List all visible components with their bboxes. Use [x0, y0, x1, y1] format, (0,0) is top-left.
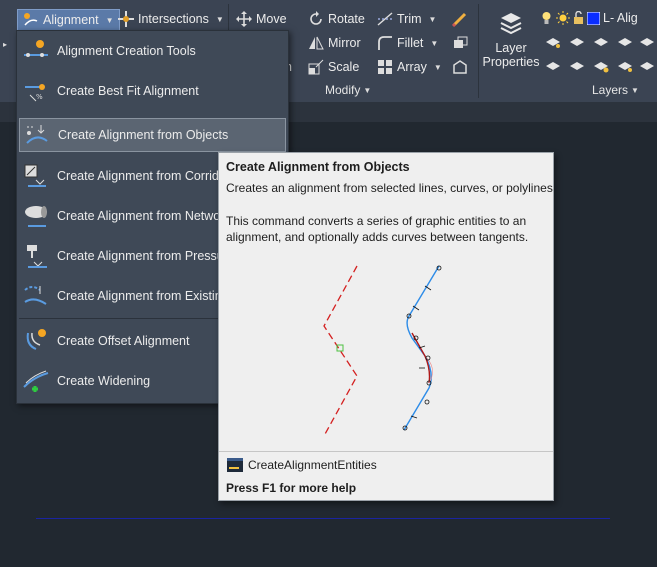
menu-item-label: Alignment Creation Tools: [57, 44, 196, 58]
rotate-icon: [310, 11, 322, 25]
array-label: Array: [397, 60, 427, 74]
mirror-icon: [309, 36, 324, 50]
chevron-down-icon: ▼: [363, 85, 372, 95]
tooltip-short-description: Creates an alignment from selected lines…: [226, 181, 553, 195]
alignment-from-pressure-icon: [19, 239, 53, 273]
alignment-creation-tools-icon: [19, 34, 53, 68]
mirror-label: Mirror: [328, 36, 361, 50]
fillet-button[interactable]: Fillet ▼: [377, 35, 438, 51]
menu-item-label: Create Alignment from Objects: [58, 128, 229, 142]
fillet-label: Fillet: [397, 36, 424, 50]
tooltip-separator: [219, 451, 553, 452]
move-icon: [236, 11, 252, 27]
alignment-from-existing-icon: [19, 279, 53, 313]
svg-text:%: %: [36, 93, 43, 101]
copy-icon[interactable]: [452, 35, 468, 51]
chevron-down-icon: ▼: [215, 14, 224, 24]
alignment-from-corridor-icon: [19, 159, 53, 193]
menu-item-label: Create Best Fit Alignment: [57, 84, 199, 98]
command-tooltip: Create Alignment from Objects Creates an…: [218, 152, 554, 501]
menu-item-label: Create Alignment from Pressur: [57, 249, 228, 263]
tooltip-help-text: Press F1 for more help: [226, 481, 357, 495]
menu-item-label: Create Alignment from Networ: [57, 209, 225, 223]
erase-icon[interactable]: [452, 11, 468, 27]
rotate-label: Rotate: [328, 12, 365, 26]
layer-color-icon: [587, 11, 600, 25]
widening-icon: [19, 364, 53, 398]
array-icon: [378, 60, 392, 74]
layer-properties-label-1: Layer: [495, 41, 527, 55]
chevron-down-icon: ▼: [631, 85, 639, 95]
move-button[interactable]: Move: [236, 11, 287, 27]
scale-icon: [308, 59, 324, 75]
layer-tools-icon-grid[interactable]: [543, 34, 655, 78]
ribbon-separator: [478, 4, 479, 98]
alignment-from-network-icon: [19, 199, 53, 233]
scale-label: Scale: [328, 60, 360, 74]
unlock-icon: [574, 11, 583, 24]
tooltip-title: Create Alignment from Objects: [226, 160, 410, 174]
tooltip-long-description: This command converts a series of graphi…: [226, 214, 529, 244]
menu-item-alignment-creation-tools[interactable]: Alignment Creation Tools: [19, 34, 286, 68]
alignment-icon: [24, 13, 38, 26]
offset-alignment-icon: [19, 324, 53, 358]
lightbulb-icon: [542, 12, 551, 24]
chevron-down-icon: ▼: [428, 14, 437, 24]
layer-name: L- Alig: [603, 11, 638, 25]
menu-item-label: Create Alignment from Corrido: [57, 169, 226, 183]
drawing-line: [36, 518, 610, 519]
modify-panel-button[interactable]: Modify ▼: [325, 83, 371, 97]
rotate-button[interactable]: Rotate: [308, 11, 365, 27]
alignment-from-objects-icon: [20, 118, 54, 152]
intersections-dropdown-button[interactable]: Intersections ▼: [118, 11, 224, 27]
tooltip-command-row: CreateAlignmentEntities: [227, 458, 377, 472]
layer-dropdown[interactable]: L- Alig: [540, 8, 657, 28]
stretch-icon[interactable]: [452, 59, 468, 75]
trim-button[interactable]: Trim ▼: [377, 11, 436, 27]
menu-item-alignment-from-objects[interactable]: Create Alignment from Objects: [19, 118, 286, 152]
intersections-icon: [118, 11, 134, 27]
scale-button[interactable]: Scale: [308, 59, 359, 75]
layers-panel-button[interactable]: Layers ▼: [592, 83, 639, 97]
ribbon-left-caret-icon[interactable]: ▸: [3, 40, 7, 49]
mirror-button[interactable]: Mirror: [308, 35, 361, 51]
menu-item-label: Create Offset Alignment: [57, 334, 190, 348]
trim-icon: [377, 12, 393, 26]
menu-item-label: Create Alignment from Existing: [57, 289, 229, 303]
menu-item-label: Create Widening: [57, 374, 151, 388]
chevron-down-icon: ▼: [430, 38, 439, 48]
alignment-dropdown-button[interactable]: Alignment ▼: [17, 9, 120, 31]
menu-item-best-fit-alignment[interactable]: % Create Best Fit Alignment: [19, 74, 286, 108]
sun-icon: [556, 11, 570, 25]
move-label: Move: [256, 12, 287, 26]
layer-properties-button[interactable]: Layer Properties: [482, 10, 540, 69]
fillet-icon: [378, 36, 392, 50]
chevron-down-icon: ▼: [105, 15, 114, 25]
chevron-down-icon: ▼: [433, 62, 442, 72]
layers-panel-label: Layers: [592, 83, 629, 97]
tooltip-illustration: [323, 265, 442, 437]
trim-label: Trim: [397, 12, 422, 26]
layer-properties-label-2: Properties: [482, 55, 540, 69]
best-fit-alignment-icon: %: [19, 74, 53, 108]
intersections-label: Intersections: [138, 12, 209, 26]
alignment-label: Alignment: [43, 13, 99, 27]
tooltip-command-name: CreateAlignmentEntities: [248, 458, 377, 472]
modify-panel-label: Modify: [325, 83, 361, 97]
command-line-icon: [227, 458, 243, 472]
layer-properties-icon: [500, 13, 522, 35]
array-button[interactable]: Array ▼: [377, 59, 442, 75]
